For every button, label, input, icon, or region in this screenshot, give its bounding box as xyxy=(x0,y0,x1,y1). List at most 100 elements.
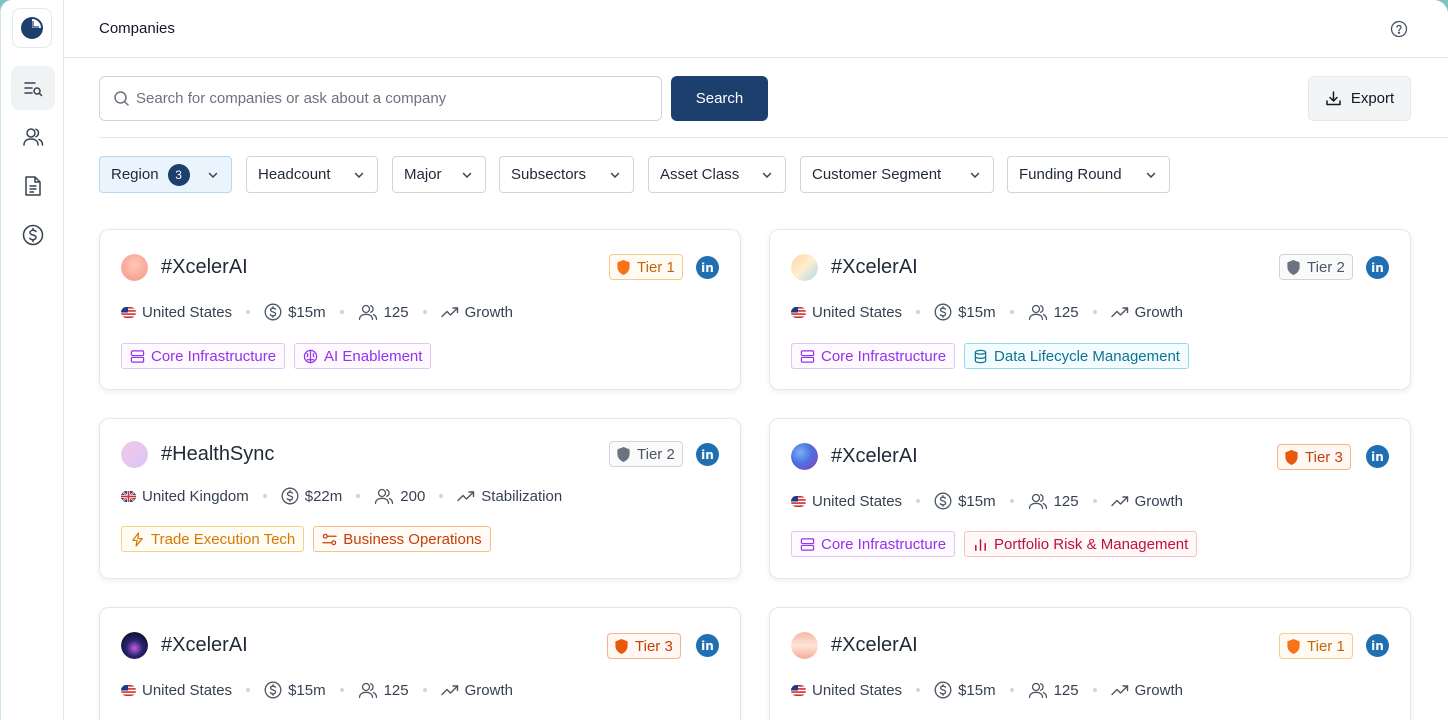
us-flag-icon xyxy=(791,685,806,696)
help-icon[interactable] xyxy=(1390,20,1408,38)
separator-dot xyxy=(1092,499,1097,503)
filter-customer-segment[interactable]: Customer Segment xyxy=(800,156,994,193)
company-card[interactable]: #XcelerAI Tier 3 in United States $15m 1… xyxy=(99,607,741,720)
tag[interactable]: Business Operations xyxy=(313,526,491,552)
shield-icon xyxy=(614,638,629,655)
company-name[interactable]: #XcelerAI xyxy=(161,634,248,657)
company-avatar xyxy=(121,254,148,281)
export-button[interactable]: Export xyxy=(1308,76,1411,121)
brain-icon xyxy=(303,349,318,364)
company-name[interactable]: #XcelerAI xyxy=(161,256,248,279)
nav-documents[interactable] xyxy=(11,164,55,208)
company-card[interactable]: #XcelerAI Tier 2 in United States $15m 1… xyxy=(769,229,1411,390)
separator-dot xyxy=(1009,310,1014,314)
tag-label: Core Infrastructure xyxy=(821,535,947,553)
linkedin-icon[interactable]: in xyxy=(696,634,719,657)
funding: $15m xyxy=(288,303,326,321)
stage: Growth xyxy=(1134,303,1183,321)
filter-label: Asset Class xyxy=(660,166,740,183)
nav-people[interactable] xyxy=(11,115,55,159)
server-icon xyxy=(130,349,145,364)
tier-label: Tier 2 xyxy=(637,445,675,463)
separator-dot xyxy=(1009,499,1014,503)
us-flag-icon xyxy=(121,685,136,696)
users-icon xyxy=(23,128,44,146)
tag-label: Core Infrastructure xyxy=(821,347,947,365)
tag-list: Trade Execution Tech Business Operations xyxy=(121,526,491,552)
company-card[interactable]: #HealthSync Tier 2 in United Kingdom $22… xyxy=(99,418,741,579)
country: United States xyxy=(812,681,903,699)
filter-label: Subsectors xyxy=(511,166,587,183)
tag[interactable]: Core Infrastructure xyxy=(791,343,956,369)
headcount: 200 xyxy=(400,487,426,505)
search-icon xyxy=(114,91,129,106)
dollar-icon xyxy=(934,681,952,699)
tag[interactable]: AI Enablement xyxy=(294,343,432,369)
separator-dot xyxy=(262,494,267,498)
company-meta: United States $15m 125 Growth xyxy=(791,681,1183,699)
tag[interactable]: Core Infrastructure xyxy=(791,531,956,557)
tag[interactable]: Trade Execution Tech xyxy=(121,526,305,552)
tag[interactable]: Data Lifecycle Management xyxy=(964,343,1189,369)
separator-dot xyxy=(246,688,251,692)
shield-icon xyxy=(1286,638,1301,655)
separator-dot xyxy=(339,310,344,314)
funding: $15m xyxy=(958,492,996,510)
company-meta: United States $15m 125 Growth xyxy=(791,303,1183,321)
document-icon xyxy=(25,176,41,196)
filter-label: Region xyxy=(111,166,159,183)
filter-headcount[interactable]: Headcount xyxy=(246,156,378,193)
linkedin-icon[interactable]: in xyxy=(1366,634,1389,657)
dollar-icon xyxy=(264,303,282,321)
dollar-icon xyxy=(934,303,952,321)
search-button[interactable]: Search xyxy=(671,76,768,121)
company-card[interactable]: #XcelerAI Tier 1 in United States $15m 1… xyxy=(769,607,1411,720)
separator-dot xyxy=(916,499,921,503)
tier-badge: Tier 2 xyxy=(609,441,683,467)
chevron-down-icon xyxy=(354,172,364,179)
company-card[interactable]: #XcelerAI Tier 3 in United States $15m 1… xyxy=(769,418,1411,579)
headcount: 125 xyxy=(1053,492,1079,510)
linkedin-icon[interactable]: in xyxy=(696,256,719,279)
tag-label: Trade Execution Tech xyxy=(151,530,296,548)
separator-dot xyxy=(1009,688,1014,692)
trending-up-icon xyxy=(1111,495,1129,507)
trending-up-icon xyxy=(457,490,475,502)
company-meta: United States $15m 125 Growth xyxy=(791,492,1183,510)
filter-funding-round[interactable]: Funding Round xyxy=(1007,156,1170,193)
separator-dot xyxy=(246,310,251,314)
linkedin-icon[interactable]: in xyxy=(1366,256,1389,279)
company-name[interactable]: #HealthSync xyxy=(161,443,274,466)
company-name[interactable]: #XcelerAI xyxy=(831,634,918,657)
company-avatar xyxy=(791,254,818,281)
app-logo[interactable] xyxy=(12,8,52,48)
filter-asset-class[interactable]: Asset Class xyxy=(648,156,786,193)
company-card[interactable]: #XcelerAI Tier 1 in United States $15m 1… xyxy=(99,229,741,390)
filter-major[interactable]: Major xyxy=(392,156,486,193)
linkedin-icon[interactable]: in xyxy=(696,443,719,466)
search-input[interactable] xyxy=(136,90,636,107)
funding: $15m xyxy=(958,681,996,699)
page-header: Companies xyxy=(64,0,1448,58)
tag[interactable]: Portfolio Risk & Management xyxy=(964,531,1198,557)
nav-company-search[interactable] xyxy=(11,66,55,110)
tier-badge: Tier 1 xyxy=(1279,633,1353,659)
company-name[interactable]: #XcelerAI xyxy=(831,256,918,279)
dollar-icon xyxy=(281,487,299,505)
tag[interactable]: Core Infrastructure xyxy=(121,343,286,369)
chevron-down-icon xyxy=(462,172,472,179)
separator-dot xyxy=(356,494,361,498)
trending-up-icon xyxy=(441,684,459,696)
shield-icon xyxy=(1284,449,1299,466)
search-field[interactable] xyxy=(99,76,662,121)
filter-subsectors[interactable]: Subsectors xyxy=(499,156,634,193)
country: United States xyxy=(812,492,903,510)
nav-funding[interactable] xyxy=(11,213,55,257)
filter-label: Major xyxy=(404,166,442,183)
tier-badge: Tier 2 xyxy=(1279,254,1353,280)
country: United Kingdom xyxy=(142,487,249,505)
company-name[interactable]: #XcelerAI xyxy=(831,445,918,468)
linkedin-icon[interactable]: in xyxy=(1366,445,1389,468)
country: United States xyxy=(142,303,233,321)
filter-region[interactable]: Region 3 xyxy=(99,156,232,193)
